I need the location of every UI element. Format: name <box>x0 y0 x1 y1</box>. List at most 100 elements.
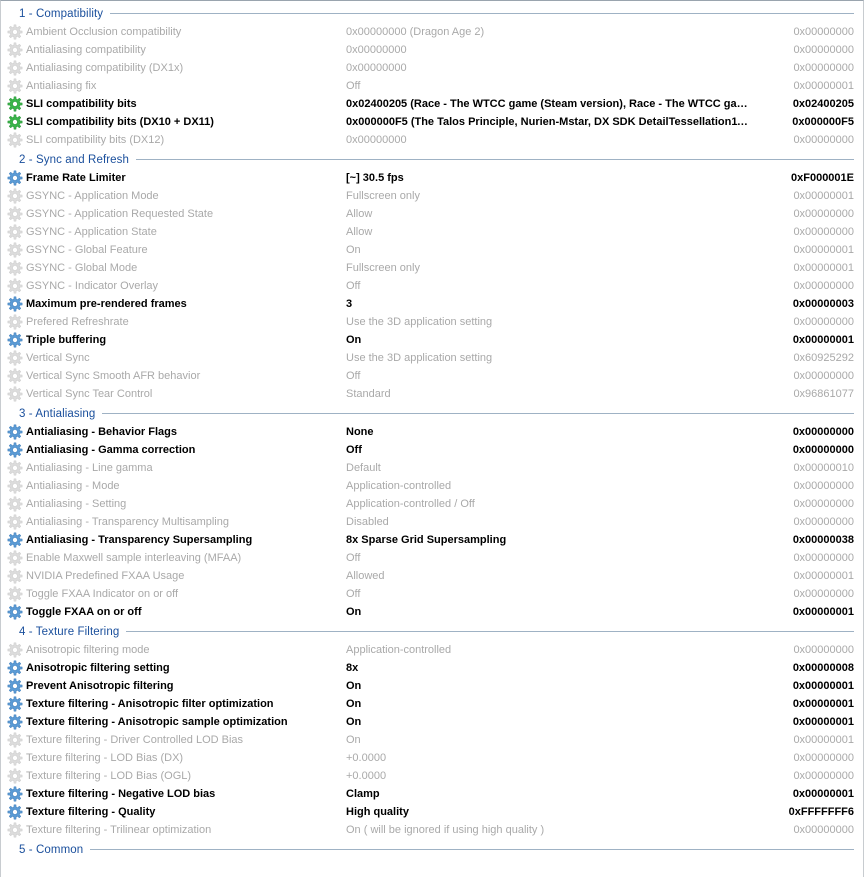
setting-value[interactable]: 3 <box>346 298 758 310</box>
setting-row[interactable]: GSYNC - Application Mode Fullscreen only 0… <box>1 187 863 205</box>
setting-row[interactable]: Texture filtering - Negative LOD bias Cla… <box>1 785 863 803</box>
setting-row[interactable]: GSYNC - Global Feature On 0x00000001 <box>1 241 863 259</box>
setting-row[interactable]: Texture filtering - Anisotropic sample o… <box>1 713 863 731</box>
setting-row[interactable]: Toggle FXAA on or off On 0x00000001 <box>1 603 863 621</box>
setting-value[interactable]: Application-controlled <box>346 644 758 656</box>
setting-row[interactable]: Texture filtering - Driver Controlled LO… <box>1 731 863 749</box>
setting-value[interactable]: Off <box>346 80 758 92</box>
setting-value[interactable]: 0x02400205 (Race - The WTCC game (Steam … <box>346 98 758 110</box>
setting-hex-value: 0x00000001 <box>792 716 854 728</box>
setting-row[interactable]: Prefered Refreshrate Use the 3D applicati… <box>1 313 863 331</box>
setting-value[interactable]: Fullscreen only <box>346 190 758 202</box>
setting-hex-value: 0x00000000 <box>793 134 854 146</box>
setting-value[interactable]: Allow <box>346 208 758 220</box>
setting-value[interactable]: Disabled <box>346 516 758 528</box>
settings-list[interactable]: 1 - Compatibility Ambient Occlusion compa… <box>1 1 863 859</box>
setting-value[interactable]: On ( will be ignored if using high quali… <box>346 824 758 836</box>
setting-hex-value: 0x00000000 <box>793 226 854 238</box>
setting-row[interactable]: Texture filtering - LOD Bias (DX) +0.0000… <box>1 749 863 767</box>
setting-value[interactable]: Application-controlled <box>346 480 758 492</box>
setting-row[interactable]: Triple buffering On 0x00000001 <box>1 331 863 349</box>
setting-row[interactable]: Antialiasing - Setting Application-contro… <box>1 495 863 513</box>
setting-row[interactable]: Antialiasing compatibility (DX1x) 0x00000… <box>1 59 863 77</box>
setting-value[interactable]: High quality <box>346 806 758 818</box>
setting-value[interactable]: Off <box>346 444 758 456</box>
setting-value[interactable]: +0.0000 <box>346 752 758 764</box>
setting-value[interactable]: Off <box>346 370 758 382</box>
setting-value[interactable]: 8x <box>346 662 758 674</box>
setting-row[interactable]: Vertical Sync Tear Control Standard 0x9686… <box>1 385 863 403</box>
setting-value[interactable]: On <box>346 606 758 618</box>
setting-value[interactable]: Allowed <box>346 570 758 582</box>
setting-value[interactable]: 8x Sparse Grid Supersampling <box>346 534 758 546</box>
setting-name: SLI compatibility bits (DX10 + DX11) <box>26 116 214 128</box>
setting-row[interactable]: Ambient Occlusion compatibility 0x0000000… <box>1 23 863 41</box>
setting-row[interactable]: SLI compatibility bits (DX12) 0x00000000 0… <box>1 131 863 149</box>
setting-row[interactable]: Texture filtering - LOD Bias (OGL) +0.000… <box>1 767 863 785</box>
setting-value[interactable]: 0x00000000 (Dragon Age 2) <box>346 26 758 38</box>
setting-hex-value: 0x00000010 <box>793 462 854 474</box>
setting-value[interactable]: On <box>346 680 758 692</box>
setting-row[interactable]: Vertical Sync Smooth AFR behavior Off 0x00… <box>1 367 863 385</box>
setting-row[interactable]: Vertical Sync Use the 3D application sett… <box>1 349 863 367</box>
setting-row[interactable]: GSYNC - Global Mode Fullscreen only 0x0000… <box>1 259 863 277</box>
setting-name: Texture filtering - LOD Bias (OGL) <box>26 770 192 782</box>
setting-value[interactable]: On <box>346 244 758 256</box>
setting-row[interactable]: Enable Maxwell sample interleaving (MFAA… <box>1 549 863 567</box>
setting-value[interactable]: +0.0000 <box>346 770 758 782</box>
setting-value[interactable]: Off <box>346 280 758 292</box>
setting-name: Antialiasing - Transparency Multisamplin… <box>26 516 229 528</box>
setting-value[interactable]: [~] 30.5 fps <box>346 172 758 184</box>
setting-value[interactable]: On <box>346 734 758 746</box>
setting-value[interactable]: Use the 3D application setting <box>346 352 758 364</box>
setting-row[interactable]: Texture filtering - Trilinear optimizati… <box>1 821 863 839</box>
setting-row[interactable]: Antialiasing - Transparency Multisamplin… <box>1 513 863 531</box>
setting-row[interactable]: Frame Rate Limiter [~] 30.5 fps 0xF000001E <box>1 169 863 187</box>
setting-row[interactable]: GSYNC - Application Requested State Allow… <box>1 205 863 223</box>
setting-value[interactable]: On <box>346 334 758 346</box>
setting-value[interactable]: Fullscreen only <box>346 262 758 274</box>
setting-row[interactable]: Toggle FXAA Indicator on or off Off 0x0000… <box>1 585 863 603</box>
setting-row[interactable]: GSYNC - Indicator Overlay Off 0x00000000 <box>1 277 863 295</box>
setting-row[interactable]: Anisotropic filtering setting 8x 0x0000000… <box>1 659 863 677</box>
setting-value[interactable]: 0x00000000 <box>346 62 758 74</box>
setting-row[interactable]: Prevent Anisotropic filtering On 0x0000000… <box>1 677 863 695</box>
setting-value[interactable]: Off <box>346 588 758 600</box>
setting-name: Texture filtering - Trilinear optimizati… <box>26 824 212 836</box>
setting-value[interactable]: None <box>346 426 758 438</box>
setting-row[interactable]: Antialiasing - Transparency Supersamplin… <box>1 531 863 549</box>
setting-row[interactable]: SLI compatibility bits 0x02400205 (Race -… <box>1 95 863 113</box>
setting-value[interactable]: On <box>346 716 758 728</box>
setting-name: Enable Maxwell sample interleaving (MFAA… <box>26 552 242 564</box>
setting-value[interactable]: 0x000000F5 (The Talos Principle, Nurien-… <box>346 116 758 128</box>
gear-icon-default <box>7 206 23 222</box>
setting-row[interactable]: Texture filtering - Anisotropic filter o… <box>1 695 863 713</box>
setting-row[interactable]: Antialiasing fix Off 0x00000001 <box>1 77 863 95</box>
setting-value[interactable]: Use the 3D application setting <box>346 316 758 328</box>
setting-row[interactable]: Anisotropic filtering mode Application-co… <box>1 641 863 659</box>
setting-row[interactable]: Texture filtering - Quality High quality 0… <box>1 803 863 821</box>
setting-name: Texture filtering - Quality <box>26 806 156 818</box>
setting-value[interactable]: Default <box>346 462 758 474</box>
setting-row[interactable]: SLI compatibility bits (DX10 + DX11) 0x00… <box>1 113 863 131</box>
setting-hex-value: 0x02400205 <box>792 98 854 110</box>
setting-row[interactable]: Antialiasing compatibility 0x00000000 0x00… <box>1 41 863 59</box>
setting-value[interactable]: 0x00000000 <box>346 44 758 56</box>
setting-row[interactable]: Antialiasing - Behavior Flags None 0x00000… <box>1 423 863 441</box>
setting-value[interactable]: Application-controlled / Off <box>346 498 758 510</box>
setting-row[interactable]: Maximum pre-rendered frames 3 0x00000003 <box>1 295 863 313</box>
setting-value[interactable]: 0x00000000 <box>346 134 758 146</box>
setting-row[interactable]: GSYNC - Application State Allow 0x00000000 <box>1 223 863 241</box>
setting-row[interactable]: Antialiasing - Gamma correction Off 0x0000… <box>1 441 863 459</box>
setting-value[interactable]: On <box>346 698 758 710</box>
section-title: 1 - Compatibility <box>19 7 104 20</box>
setting-hex-value: 0x000000F5 <box>792 116 854 128</box>
setting-row[interactable]: Antialiasing - Line gamma Default 0x000000… <box>1 459 863 477</box>
setting-value[interactable]: Off <box>346 552 758 564</box>
setting-name: GSYNC - Application Mode <box>26 190 159 202</box>
setting-value[interactable]: Standard <box>346 388 758 400</box>
setting-value[interactable]: Allow <box>346 226 758 238</box>
setting-row[interactable]: Antialiasing - Mode Application-controlle… <box>1 477 863 495</box>
setting-value[interactable]: Clamp <box>346 788 758 800</box>
setting-row[interactable]: NVIDIA Predefined FXAA Usage Allowed 0x000… <box>1 567 863 585</box>
